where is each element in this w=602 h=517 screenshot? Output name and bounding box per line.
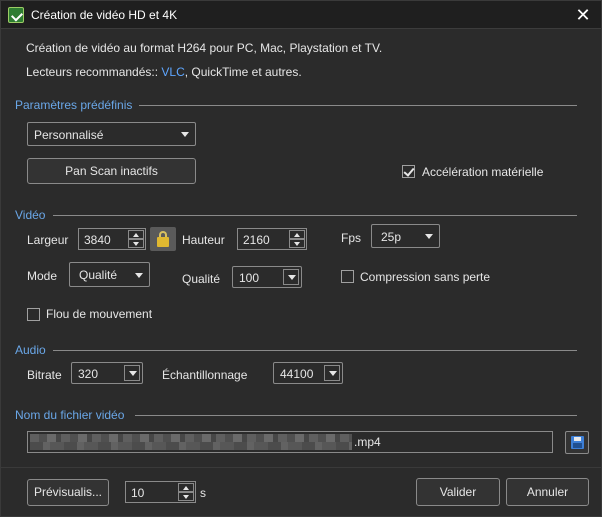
height-increment[interactable]	[289, 230, 305, 239]
height-decrement[interactable]	[289, 239, 305, 248]
filename-extension: .mp4	[354, 435, 381, 449]
presets-divider	[139, 105, 577, 106]
title-bar: Création de vidéo HD et 4K ✕	[1, 1, 601, 29]
intro-text: Création de vidéo au format H264 pour PC…	[26, 41, 383, 55]
recommended-players-suffix: , QuickTime et autres.	[184, 65, 302, 79]
redacted-filename	[30, 434, 352, 450]
mode-label: Mode	[27, 269, 58, 283]
floppy-disk-icon	[571, 436, 584, 449]
fps-value: 25p	[381, 230, 402, 244]
hw-accel-checkbox[interactable]	[402, 165, 415, 178]
quality-dropdown[interactable]: 100	[232, 266, 302, 288]
chevron-down-icon	[283, 269, 299, 285]
mode-value: Qualité	[79, 268, 118, 282]
save-file-button[interactable]	[565, 431, 589, 454]
height-value: 2160	[243, 233, 270, 247]
pan-scan-button[interactable]: Pan Scan inactifs	[27, 158, 196, 184]
audio-divider	[53, 350, 577, 351]
profile-dropdown-value: Personnalisé	[34, 128, 104, 142]
preview-button[interactable]: Prévisualis...	[27, 479, 109, 506]
chevron-down-icon	[135, 273, 143, 278]
motion-blur-checkbox[interactable]	[27, 308, 40, 321]
sampling-dropdown[interactable]: 44100	[273, 362, 343, 384]
width-label: Largeur	[27, 233, 69, 247]
quality-label: Qualité	[182, 272, 221, 286]
audio-section-title: Audio	[15, 343, 46, 357]
lossless-label: Compression sans perte	[360, 270, 491, 284]
preview-duration-spinbox[interactable]: 10	[125, 481, 196, 503]
app-icon	[8, 7, 24, 23]
preview-duration-value: 10	[131, 486, 145, 500]
window-title: Création de vidéo HD et 4K	[31, 8, 178, 22]
mode-dropdown[interactable]: Qualité	[69, 262, 150, 287]
hw-accel-label: Accélération matérielle	[422, 165, 544, 179]
seconds-unit-label: s	[200, 486, 206, 500]
preview-duration-decrement[interactable]	[178, 492, 194, 501]
video-section-title: Vidéo	[15, 208, 46, 222]
preview-duration-increment[interactable]	[178, 483, 194, 492]
ok-button[interactable]: Valider	[416, 478, 500, 506]
sampling-label: Échantillonnage	[162, 368, 248, 382]
width-spinbox[interactable]: 3840	[78, 228, 146, 250]
cancel-button[interactable]: Annuler	[506, 478, 589, 506]
bitrate-dropdown[interactable]: 320	[71, 362, 143, 384]
bitrate-label: Bitrate	[27, 368, 62, 382]
height-label: Hauteur	[182, 233, 225, 247]
width-value: 3840	[84, 233, 111, 247]
filename-input[interactable]: .mp4	[27, 431, 553, 453]
video-divider	[53, 215, 577, 216]
quality-value: 100	[239, 271, 260, 285]
chevron-down-icon	[124, 365, 140, 381]
presets-section-title: Paramètres prédéfinis	[15, 98, 133, 112]
recommended-players: Lecteurs recommandés:: VLC, QuickTime et…	[26, 65, 302, 79]
chevron-down-icon	[181, 132, 189, 137]
height-spinbox[interactable]: 2160	[237, 228, 307, 250]
fps-dropdown[interactable]: 25p	[371, 224, 440, 248]
sampling-value: 44100	[280, 367, 314, 381]
width-increment[interactable]	[128, 230, 144, 239]
bitrate-value: 320	[78, 367, 99, 381]
profile-dropdown[interactable]: Personnalisé	[27, 122, 196, 146]
lossless-checkbox[interactable]	[341, 270, 354, 283]
recommended-players-prefix: Lecteurs recommandés::	[26, 65, 162, 79]
motion-blur-label: Flou de mouvement	[46, 307, 153, 321]
file-section-title: Nom du fichier vidéo	[15, 408, 125, 422]
dialog-window: Création de vidéo HD et 4K ✕ Création de…	[0, 0, 602, 517]
lock-icon[interactable]	[150, 227, 176, 251]
chevron-down-icon	[324, 365, 340, 381]
chevron-down-icon	[425, 234, 433, 239]
vlc-link[interactable]: VLC	[161, 65, 184, 79]
close-icon[interactable]: ✕	[571, 3, 595, 27]
fps-label: Fps	[341, 231, 362, 245]
file-divider	[135, 415, 577, 416]
width-decrement[interactable]	[128, 239, 144, 248]
footer-separator	[1, 467, 601, 468]
